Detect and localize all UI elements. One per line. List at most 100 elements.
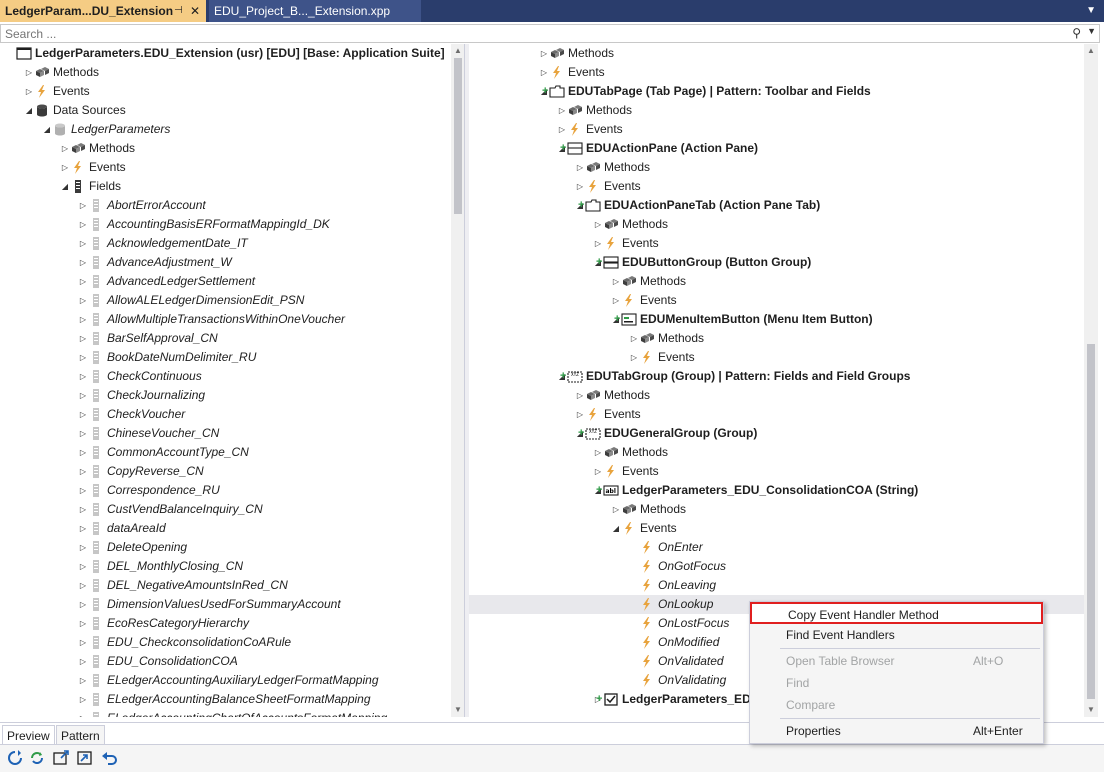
tree-node[interactable]: OnGotFocus (469, 557, 1084, 576)
scroll-down-icon[interactable]: ▼ (451, 703, 464, 717)
tree-node[interactable]: LedgerParameters.EDU_Extension (usr) [ED… (0, 44, 451, 63)
collapsed-arrow-icon[interactable]: ▷ (78, 576, 88, 595)
tree-node[interactable]: ▷ EDU_CheckconsolidationCoARule (0, 633, 451, 652)
collapsed-arrow-icon[interactable]: ▷ (78, 291, 88, 310)
expanded-arrow-icon[interactable]: ◢ (611, 519, 621, 538)
menu-item-compare[interactable]: Compare (750, 694, 1043, 716)
tree-node[interactable]: ▷ Events (0, 158, 451, 177)
collapsed-arrow-icon[interactable]: ▷ (60, 139, 70, 158)
chevron-down-icon[interactable]: ▼ (1087, 26, 1096, 36)
tree-node[interactable]: ▷ DeleteOpening (0, 538, 451, 557)
collapsed-arrow-icon[interactable]: ▷ (78, 462, 88, 481)
scroll-up-icon[interactable]: ▲ (1084, 44, 1098, 58)
collapsed-arrow-icon[interactable]: ▷ (78, 386, 88, 405)
collapsed-arrow-icon[interactable]: ▷ (24, 63, 34, 82)
sync-icon[interactable] (28, 749, 46, 767)
collapsed-arrow-icon[interactable]: ▷ (60, 158, 70, 177)
collapsed-arrow-icon[interactable]: ▷ (78, 329, 88, 348)
collapsed-arrow-icon[interactable]: ▷ (575, 177, 585, 196)
collapsed-arrow-icon[interactable]: ▷ (611, 272, 621, 291)
collapsed-arrow-icon[interactable]: ▷ (78, 367, 88, 386)
tree-node[interactable]: OnLeaving (469, 576, 1084, 595)
tree-node[interactable]: ◢ + EDUMenuItemButton (Menu Item Button) (469, 310, 1084, 329)
scroll-up-icon[interactable]: ▲ (451, 44, 464, 58)
tree-node[interactable]: ▷ ELedgerAccountingAuxiliaryLedgerFormatM… (0, 671, 451, 690)
open-designer-icon[interactable] (52, 749, 70, 767)
tree-node[interactable]: ▷ Events (469, 63, 1084, 82)
collapsed-arrow-icon[interactable]: ▷ (575, 158, 585, 177)
tree-node[interactable]: ▷ AllowALELedgerDimensionEdit_PSN (0, 291, 451, 310)
tree-node[interactable]: ◢ Fields (0, 177, 451, 196)
export-icon[interactable] (76, 749, 94, 767)
collapsed-arrow-icon[interactable]: ▷ (78, 595, 88, 614)
tree-node[interactable]: ▷ EDU_ConsolidationCOA (0, 652, 451, 671)
collapsed-arrow-icon[interactable]: ▷ (24, 82, 34, 101)
collapsed-arrow-icon[interactable]: ▷ (78, 614, 88, 633)
collapsed-arrow-icon[interactable]: ▷ (78, 310, 88, 329)
collapsed-arrow-icon[interactable]: ▷ (629, 348, 639, 367)
refresh-icon[interactable] (6, 749, 24, 767)
tree-node[interactable]: ▷ Methods (469, 329, 1084, 348)
collapsed-arrow-icon[interactable]: ▷ (78, 424, 88, 443)
collapsed-arrow-icon[interactable]: ▷ (593, 234, 603, 253)
tree-node[interactable]: ◢ LedgerParameters (0, 120, 451, 139)
tree-node[interactable]: ▷ Events (469, 348, 1084, 367)
collapsed-arrow-icon[interactable]: ▷ (78, 671, 88, 690)
collapsed-arrow-icon[interactable]: ▷ (78, 272, 88, 291)
tree-node[interactable]: ▷ Correspondence_RU (0, 481, 451, 500)
tree-node[interactable]: ▷ CopyReverse_CN (0, 462, 451, 481)
collapsed-arrow-icon[interactable]: ▷ (539, 44, 549, 63)
collapsed-arrow-icon[interactable]: ▷ (611, 291, 621, 310)
collapsed-arrow-icon[interactable]: ▷ (78, 690, 88, 709)
tab-pattern[interactable]: Pattern (56, 725, 105, 745)
collapsed-arrow-icon[interactable]: ▷ (78, 405, 88, 424)
tree-node[interactable]: ▷ CommonAccountType_CN (0, 443, 451, 462)
collapsed-arrow-icon[interactable]: ▷ (593, 215, 603, 234)
collapsed-arrow-icon[interactable]: ▷ (629, 329, 639, 348)
tree-node[interactable]: ▷ Methods (469, 386, 1084, 405)
tree-node[interactable]: ◢ + EDUActionPane (Action Pane) (469, 139, 1084, 158)
scroll-thumb[interactable] (1087, 344, 1095, 699)
collapsed-arrow-icon[interactable]: ▷ (78, 557, 88, 576)
tree-node[interactable]: ▷ AcknowledgementDate_IT (0, 234, 451, 253)
expanded-arrow-icon[interactable]: ◢ (60, 177, 70, 196)
tree-node[interactable]: ▷ Events (469, 405, 1084, 424)
tree-node[interactable]: ▷ Events (469, 462, 1084, 481)
tree-node[interactable]: ▷ BarSelfApproval_CN (0, 329, 451, 348)
tree-node[interactable]: ▷ Events (0, 82, 451, 101)
tree-node[interactable]: ▷ BookDateNumDelimiter_RU (0, 348, 451, 367)
collapsed-arrow-icon[interactable]: ▷ (78, 443, 88, 462)
search-icon[interactable]: ⚲ (1072, 26, 1081, 40)
collapsed-arrow-icon[interactable]: ▷ (78, 709, 88, 717)
tree-node[interactable]: ▷ AdvanceAdjustment_W (0, 253, 451, 272)
tree-node[interactable]: ▷ ELedgerAccountingChartOfAccountsFormatM… (0, 709, 451, 717)
tree-node[interactable]: ◢ + EDUActionPaneTab (Action Pane Tab) (469, 196, 1084, 215)
tree-node[interactable]: ◢ + XYZ EDUTabGroup (Group) | Pattern: Fiel… (469, 367, 1084, 386)
menu-item-open-table-browser[interactable]: Open Table Browser Alt+O (750, 650, 1043, 672)
tree-node[interactable]: ▷ dataAreaId (0, 519, 451, 538)
tree-node[interactable]: ▷ Methods (0, 63, 451, 82)
collapsed-arrow-icon[interactable]: ▷ (78, 348, 88, 367)
left-scrollbar[interactable]: ▲ ▼ (451, 44, 464, 717)
tree-node[interactable]: ▷ Methods (469, 158, 1084, 177)
tree-node[interactable]: ▷ AccountingBasisERFormatMappingId_DK (0, 215, 451, 234)
tree-node[interactable]: ▷ Methods (469, 215, 1084, 234)
tree-node[interactable]: ▷ EcoResCategoryHierarchy (0, 614, 451, 633)
tree-node[interactable]: ◢ + abl LedgerParameters_EDU_ConsolidationC… (469, 481, 1084, 500)
collapsed-arrow-icon[interactable]: ▷ (575, 405, 585, 424)
collapsed-arrow-icon[interactable]: ▷ (593, 462, 603, 481)
tree-node[interactable]: ▷ AdvancedLedgerSettlement (0, 272, 451, 291)
tree-node[interactable]: ▷ ELedgerAccountingBalanceSheetFormatMapp… (0, 690, 451, 709)
collapsed-arrow-icon[interactable]: ▷ (78, 519, 88, 538)
collapsed-arrow-icon[interactable]: ▷ (78, 196, 88, 215)
tree-node[interactable]: ▷ Methods (469, 500, 1084, 519)
collapsed-arrow-icon[interactable]: ▷ (539, 63, 549, 82)
close-icon[interactable]: ✕ (190, 0, 200, 22)
tree-node[interactable]: ▷ Methods (469, 272, 1084, 291)
scroll-thumb[interactable] (454, 58, 462, 214)
tree-node[interactable]: ▷ Methods (469, 44, 1084, 63)
tree-node[interactable]: ◢ + EDUTabPage (Tab Page) | Pattern: Toolb… (469, 82, 1084, 101)
menu-item-find-event-handlers[interactable]: Find Event Handlers (750, 624, 1043, 646)
collapsed-arrow-icon[interactable]: ▷ (611, 500, 621, 519)
tab-preview[interactable]: Preview (2, 725, 55, 745)
